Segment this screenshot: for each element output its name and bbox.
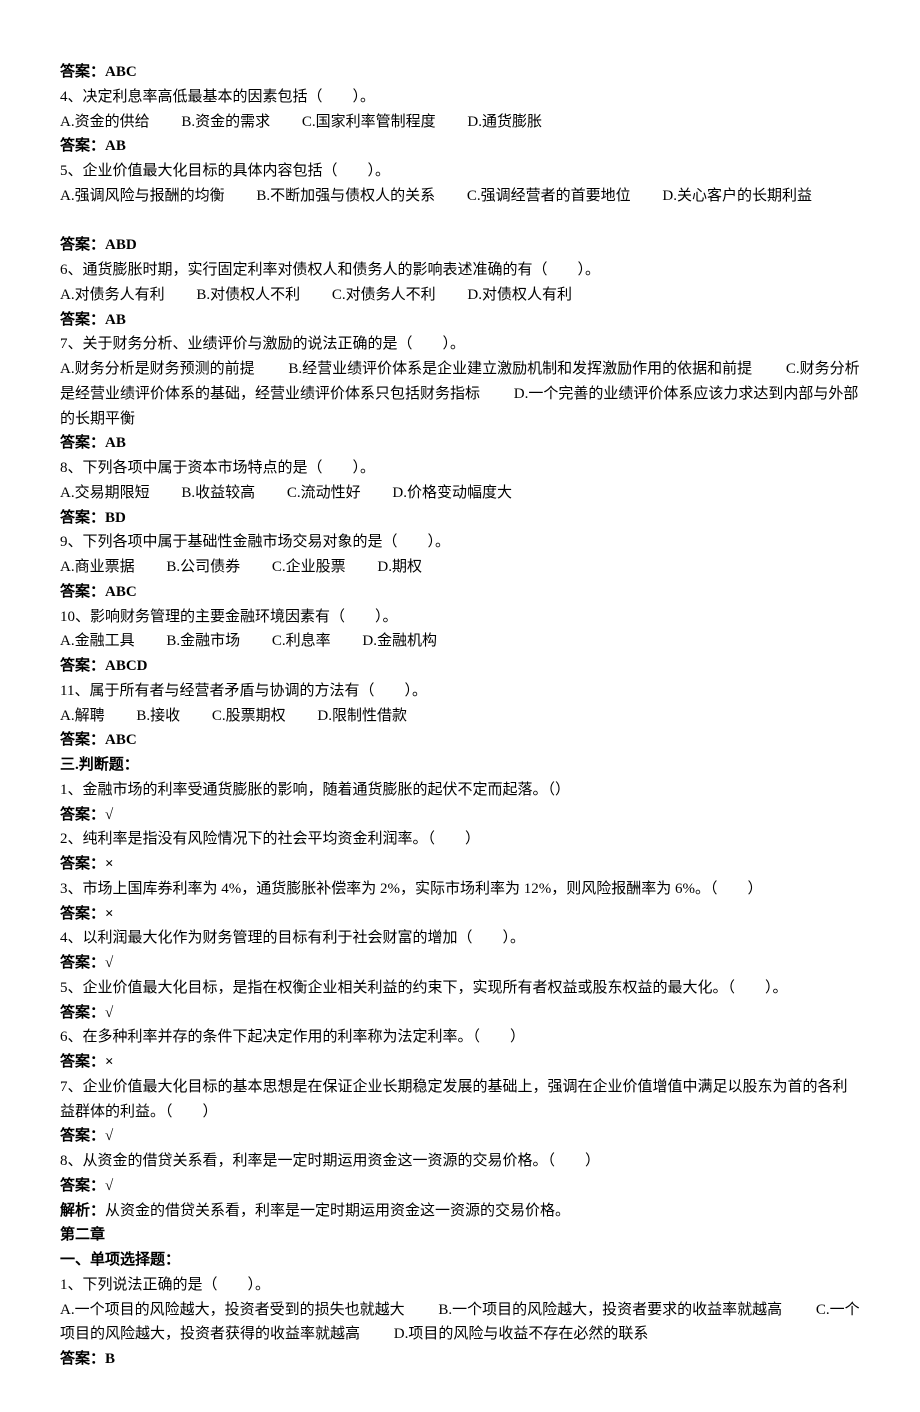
answer-label: 答案：ABC — [60, 580, 860, 605]
question-stem: 1、金融市场的利率受通货膨胀的影响，随着通货膨胀的起伏不定而起落。（） — [60, 778, 860, 803]
answer-label: 答案：√ — [60, 1174, 860, 1199]
question-options-wrap: A.财务分析是财务预测的前提 B.经营业绩评价体系是企业建立激励机制和发挥激励作… — [60, 357, 860, 431]
question-stem: 1、下列说法正确的是（ ）。 — [60, 1273, 860, 1298]
option-b: B.接收 — [136, 704, 180, 729]
question-stem: 7、关于财务分析、业绩评价与激励的说法正确的是（ ）。 — [60, 332, 860, 357]
chapter-title: 第二章 — [60, 1223, 860, 1248]
option-a: A.交易期限短 — [60, 481, 150, 506]
question-stem: 8、从资金的借贷关系看，利率是一定时期运用资金这一资源的交易价格。（ ） — [60, 1149, 860, 1174]
question-options-wrap: A.一个项目的风险越大，投资者受到的损失也就越大 B.一个项目的风险越大，投资者… — [60, 1298, 860, 1348]
option-c: C.对债务人不利 — [332, 283, 436, 308]
option-b: B.金融市场 — [166, 629, 240, 654]
option-b: B.经营业绩评价体系是企业建立激励机制和发挥激励作用的依据和前提 — [288, 361, 752, 377]
option-d: D.通货膨胀 — [467, 110, 542, 135]
question-stem: 10、影响财务管理的主要金融环境因素有（ ）。 — [60, 605, 860, 630]
question-stem: 9、下列各项中属于基础性金融市场交易对象的是（ ）。 — [60, 530, 860, 555]
answer-label: 答案：√ — [60, 951, 860, 976]
option-d: D.对债权人有利 — [467, 283, 572, 308]
option-b: B.一个项目的风险越大，投资者要求的收益率就越高 — [438, 1302, 782, 1318]
option-d: D.限制性借款 — [317, 704, 407, 729]
question-stem: 2、纯利率是指没有风险情况下的社会平均资金利润率。（ ） — [60, 827, 860, 852]
question-stem: 4、决定利息率高低最基本的因素包括（ ）。 — [60, 85, 860, 110]
option-c: C.国家利率管制程度 — [302, 110, 436, 135]
question-options: A.交易期限短 B.收益较高 C.流动性好 D.价格变动幅度大 — [60, 481, 860, 506]
section-title: 三.判断题： — [60, 753, 860, 778]
question-options: A.对债务人有利 B.对债权人不利 C.对债务人不利 D.对债权人有利 — [60, 283, 860, 308]
question-stem: 5、企业价值最大化目标，是指在权衡企业相关利益的约束下，实现所有者权益或股东权益… — [60, 976, 860, 1001]
option-c: C.股票期权 — [212, 704, 286, 729]
question-stem: 4、以利润最大化作为财务管理的目标有利于社会财富的增加（ ）。 — [60, 926, 860, 951]
option-a: A.金融工具 — [60, 629, 135, 654]
explanation: 解析：从资金的借贷关系看，利率是一定时期运用资金这一资源的交易价格。 — [60, 1199, 860, 1224]
answer-label: 答案：× — [60, 852, 860, 877]
answer-label: 答案：√ — [60, 1001, 860, 1026]
option-a: A.商业票据 — [60, 555, 135, 580]
option-a: A.解聘 — [60, 704, 105, 729]
answer-label: 答案：ABC — [60, 728, 860, 753]
option-a: A.一个项目的风险越大，投资者受到的损失也就越大 — [60, 1302, 405, 1318]
question-stem: 11、属于所有者与经营者矛盾与协调的方法有（ ）。 — [60, 679, 860, 704]
option-c: C.企业股票 — [272, 555, 346, 580]
question-stem: 6、在多种利率并存的条件下起决定作用的利率称为法定利率。（ ） — [60, 1025, 860, 1050]
option-d: D.关心客户的长期利益 — [662, 184, 812, 209]
answer-label: 答案：AB — [60, 431, 860, 456]
question-stem: 7、企业价值最大化目标的基本思想是在保证企业长期稳定发展的基础上，强调在企业价值… — [60, 1075, 860, 1125]
explanation-text: 从资金的借贷关系看，利率是一定时期运用资金这一资源的交易价格。 — [105, 1203, 570, 1219]
answer-label: 答案：B — [60, 1347, 860, 1372]
answer-label: 答案：ABCD — [60, 654, 860, 679]
option-d: D.期权 — [377, 555, 422, 580]
answer-label: 答案：ABC — [60, 60, 860, 85]
question-stem: 5、企业价值最大化目标的具体内容包括（ ）。 — [60, 159, 860, 184]
answer-label: 答案：BD — [60, 506, 860, 531]
option-d: D.金融机构 — [362, 629, 437, 654]
answer-label: 答案：× — [60, 1050, 860, 1075]
option-b: B.资金的需求 — [181, 110, 270, 135]
option-a: A.强调风险与报酬的均衡 — [60, 184, 225, 209]
question-options: A.强调风险与报酬的均衡 B.不断加强与债权人的关系 C.强调经营者的首要地位 … — [60, 184, 860, 209]
option-d: D.项目的风险与收益不存在必然的联系 — [394, 1326, 649, 1342]
option-a: A.资金的供给 — [60, 110, 150, 135]
option-a: A.对债务人有利 — [60, 283, 165, 308]
question-options: A.解聘 B.接收 C.股票期权 D.限制性借款 — [60, 704, 860, 729]
option-b: B.不断加强与债权人的关系 — [256, 184, 435, 209]
option-d: D.价格变动幅度大 — [392, 481, 512, 506]
question-options: A.资金的供给 B.资金的需求 C.国家利率管制程度 D.通货膨胀 — [60, 110, 860, 135]
option-b: B.公司债券 — [166, 555, 240, 580]
answer-label: 答案：√ — [60, 1124, 860, 1149]
option-c: C.流动性好 — [287, 481, 361, 506]
section-title: 一、单项选择题： — [60, 1248, 860, 1273]
question-options: A.金融工具 B.金融市场 C.利息率 D.金融机构 — [60, 629, 860, 654]
answer-label: 答案：√ — [60, 803, 860, 828]
option-c: C.强调经营者的首要地位 — [467, 184, 631, 209]
option-b: B.对债权人不利 — [196, 283, 300, 308]
answer-label: 答案：ABD — [60, 233, 860, 258]
answer-label: 答案：AB — [60, 134, 860, 159]
option-a: A.财务分析是财务预测的前提 — [60, 361, 255, 377]
option-b: B.收益较高 — [181, 481, 255, 506]
question-stem: 3、市场上国库券利率为 4%，通货膨胀补偿率为 2%，实际市场利率为 12%，则… — [60, 877, 860, 902]
blank-line — [60, 209, 860, 234]
explanation-label: 解析： — [60, 1203, 105, 1219]
option-c: C.利息率 — [272, 629, 331, 654]
answer-label: 答案：× — [60, 902, 860, 927]
question-stem: 6、通货膨胀时期，实行固定利率对债权人和债务人的影响表述准确的有（ ）。 — [60, 258, 860, 283]
answer-label: 答案：AB — [60, 308, 860, 333]
question-stem: 8、下列各项中属于资本市场特点的是（ ）。 — [60, 456, 860, 481]
question-options: A.商业票据 B.公司债券 C.企业股票 D.期权 — [60, 555, 860, 580]
